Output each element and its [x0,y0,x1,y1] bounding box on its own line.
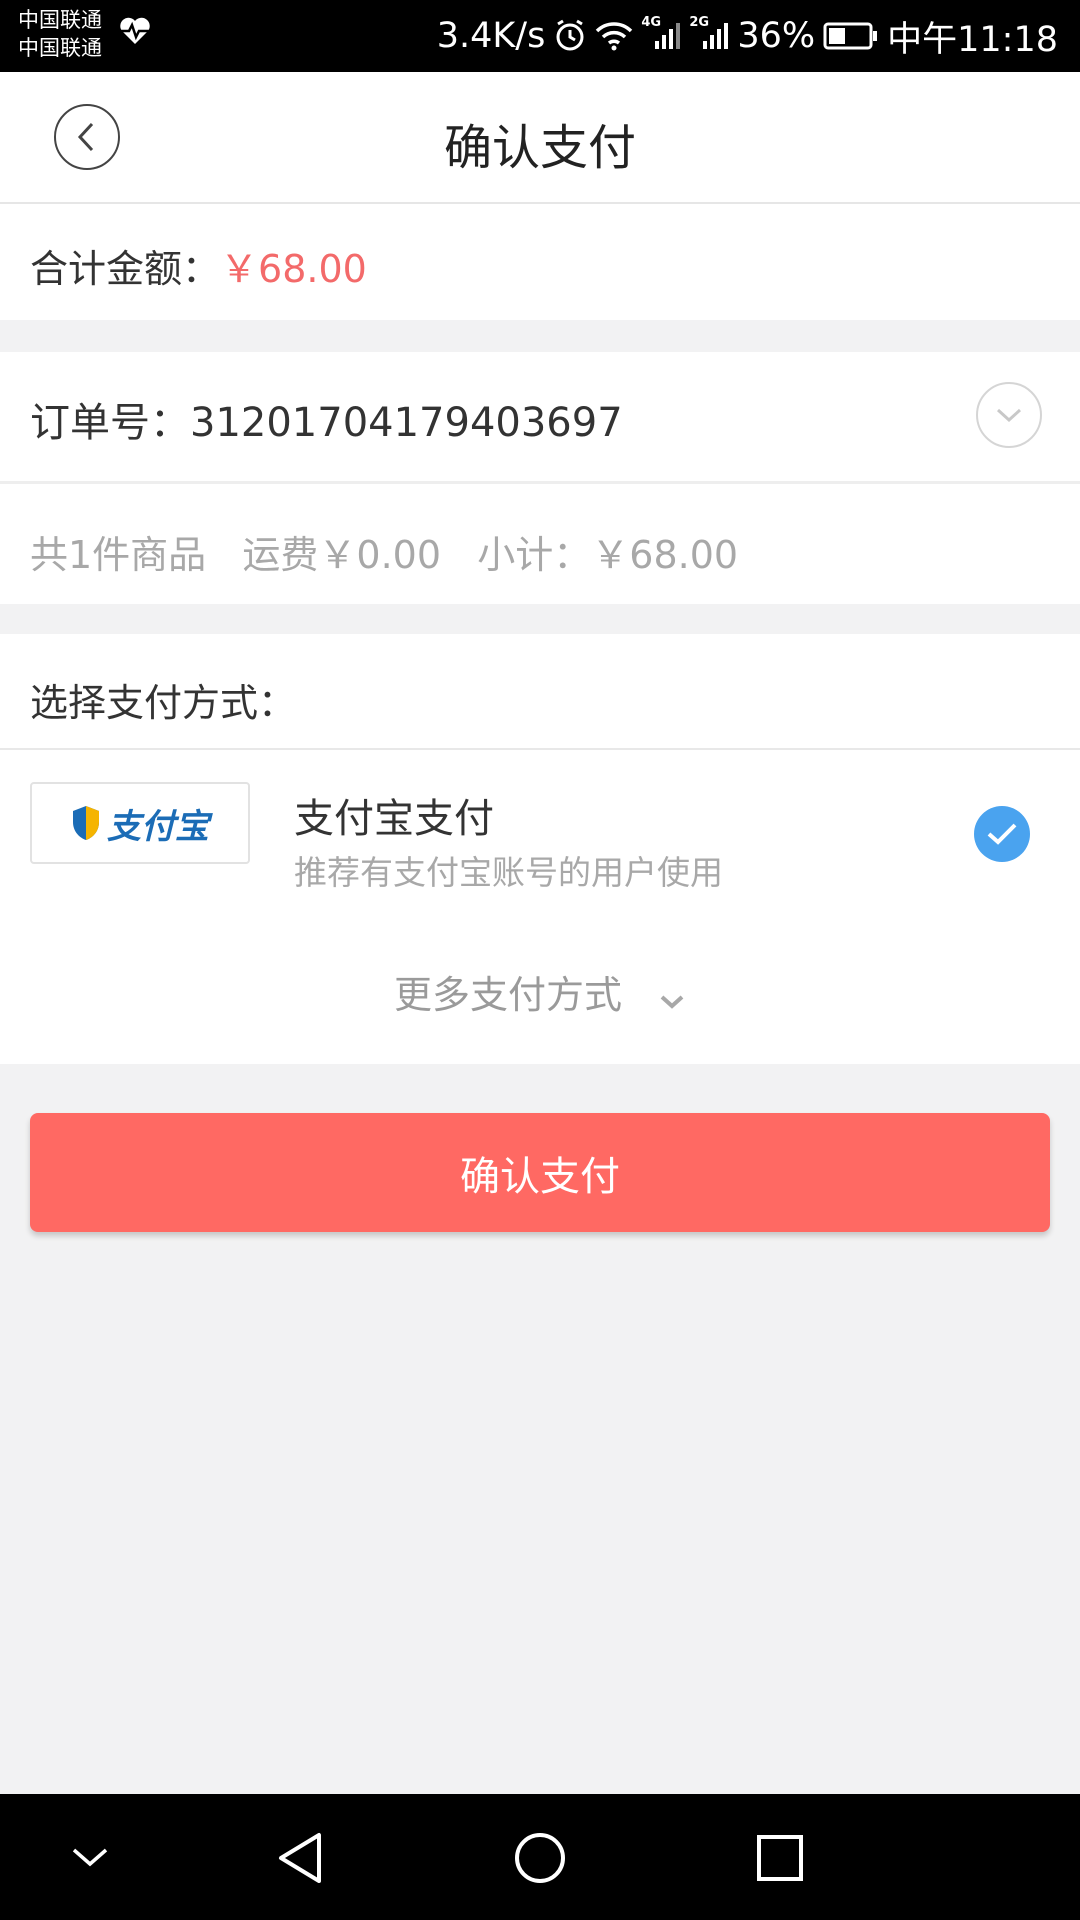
order-expand-button[interactable] [976,382,1042,448]
battery-percent: 36% [737,16,816,56]
collapse-icon[interactable] [60,1828,120,1888]
home-circle-icon[interactable] [510,1828,570,1888]
confirm-pay-button[interactable]: 确认支付 [30,1113,1050,1232]
wifi-icon [595,21,633,51]
order-summary-row: 共1件商品 运费￥0.00 小计：￥68.00 [0,484,1080,604]
alipay-logo-text: 支付宝 [107,806,209,847]
net-type-2: 2G [689,15,710,30]
order-number: 31201704179403697 [190,400,623,446]
back-triangle-icon[interactable] [270,1828,330,1888]
order-number-row[interactable]: 订单号：31201704179403697 [0,352,1080,484]
total-amount: ￥68.00 [220,247,367,291]
payment-header: 选择支付方式： [0,634,1080,750]
payment-section: 选择支付方式： 支付宝 支付宝支付 推荐有支付宝账号的用户使用 更多支付方式 [0,634,1080,1064]
payment-method-subtitle: 推荐有支付宝账号的用户使用 [294,853,723,892]
order-summary-text: 共1件商品 运费￥0.00 小计：￥68.00 [30,533,739,577]
signal-icon-2: 2G [689,15,729,51]
chevron-down-icon [996,408,1022,423]
selected-check-icon[interactable] [974,806,1030,862]
recents-square-icon[interactable] [750,1828,810,1888]
total-amount-row: 合计金额：￥68.00 [0,204,1080,320]
carrier-labels: 中国联通 中国联通 [18,6,102,62]
more-payment-label: 更多支付方式 [393,973,622,1017]
battery-icon [823,21,879,51]
total-label: 合计金额： [30,247,221,291]
carrier-2: 中国联通 [18,36,102,60]
header-bar: 确认支付 [0,72,1080,204]
signal-icon-1: 4G [641,15,681,51]
order-label: 订单号： [30,400,190,446]
alipay-logo: 支付宝 [30,782,250,864]
clock: 中午11:18 [887,19,1058,60]
net-speed: 3.4K/s [436,16,546,56]
page-title: 确认支付 [443,120,636,176]
status-bar: 中国联通 中国联通 3.4K/s 4G 2G 36% 中午11:18 [0,0,1080,72]
order-text-group: 订单号：31201704179403697 [30,390,623,448]
status-right: 3.4K/s 4G 2G 36% 中午11:18 [436,14,1058,60]
total-label-group: 合计金额：￥68.00 [30,238,367,293]
alarm-icon [553,19,587,53]
payment-header-label: 选择支付方式： [30,681,297,725]
shield-icon [73,806,99,840]
heartbeat-icon [118,16,152,50]
payment-method-title[interactable]: 支付宝支付 [294,786,494,844]
chevron-down-icon [658,976,686,1020]
more-payment-methods[interactable]: 更多支付方式 [0,964,1080,1034]
system-nav-bar [0,1794,1080,1920]
net-type-1: 4G [641,15,662,30]
carrier-1: 中国联通 [18,8,102,32]
